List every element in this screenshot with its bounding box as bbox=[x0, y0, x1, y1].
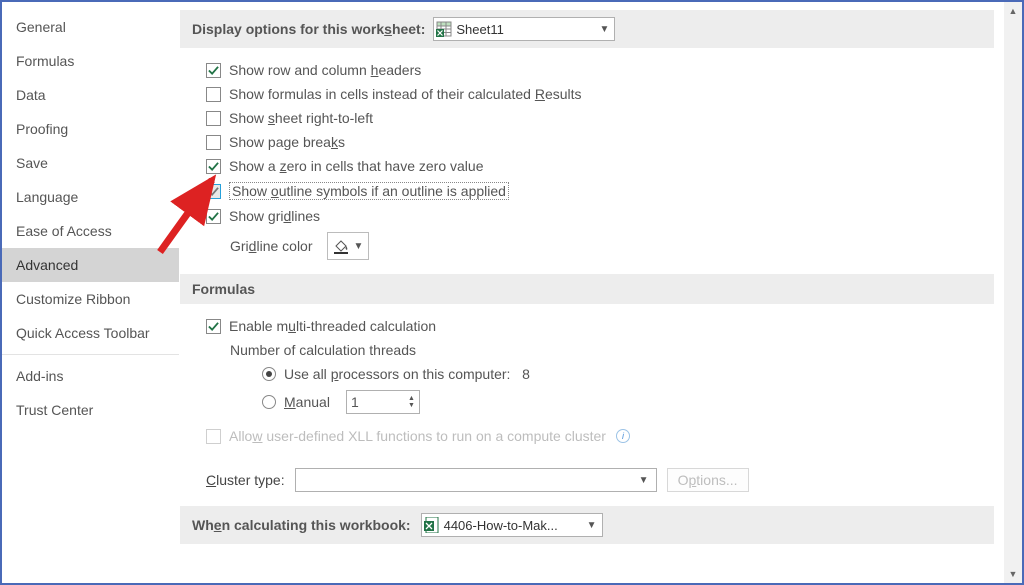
option-show-zero[interactable]: Show a zero in cells that have zero valu… bbox=[206, 154, 982, 178]
display-options-list: Show row and column headers Show formula… bbox=[180, 48, 994, 274]
workbook-calc-header: When calculating this workbook: 4406-How… bbox=[180, 506, 994, 544]
sidebar-divider bbox=[2, 354, 179, 355]
option-page-breaks[interactable]: Show page breaks bbox=[206, 130, 982, 154]
checkbox[interactable] bbox=[206, 87, 221, 102]
gridline-color-row: Gridline color ▼ bbox=[206, 228, 982, 264]
cluster-type-dropdown[interactable]: ▼ bbox=[295, 468, 657, 492]
excel-options-dialog: General Formulas Data Proofing Save Lang… bbox=[0, 0, 1024, 585]
sidebar-item-customize-ribbon[interactable]: Customize Ribbon bbox=[2, 282, 179, 316]
checkbox[interactable] bbox=[206, 111, 221, 126]
sidebar-item-advanced[interactable]: Advanced bbox=[2, 248, 179, 282]
paint-bucket-icon bbox=[332, 237, 350, 255]
spinner-buttons[interactable]: ▲▼ bbox=[408, 395, 415, 409]
options-content: Display options for this worksheet: Shee… bbox=[180, 2, 1022, 583]
checkbox[interactable] bbox=[206, 63, 221, 78]
sidebar-item-proofing[interactable]: Proofing bbox=[2, 112, 179, 146]
option-show-headers[interactable]: Show row and column headers bbox=[206, 58, 982, 82]
worksheet-selector-dropdown[interactable]: Sheet11 ▼ bbox=[433, 17, 615, 41]
sidebar-item-quick-access-toolbar[interactable]: Quick Access Toolbar bbox=[2, 316, 179, 350]
radio[interactable] bbox=[262, 367, 276, 381]
scroll-down-button[interactable]: ▼ bbox=[1004, 565, 1022, 583]
formulas-section-header: Formulas bbox=[180, 274, 994, 304]
option-enable-multithreaded[interactable]: Enable multi-threaded calculation bbox=[206, 314, 982, 338]
display-options-header: Display options for this worksheet: Shee… bbox=[180, 10, 994, 48]
option-allow-xll-cluster: Allow user-defined XLL functions to run … bbox=[206, 418, 982, 448]
option-show-gridlines[interactable]: Show gridlines bbox=[206, 204, 982, 228]
sidebar-item-data[interactable]: Data bbox=[2, 78, 179, 112]
checkbox[interactable] bbox=[206, 184, 221, 199]
worksheet-icon bbox=[436, 21, 452, 37]
option-manual-threads[interactable]: Manual 1 ▲▼ bbox=[206, 386, 982, 418]
sidebar-item-trust-center[interactable]: Trust Center bbox=[2, 393, 179, 427]
checkbox[interactable] bbox=[206, 135, 221, 150]
options-sidebar: General Formulas Data Proofing Save Lang… bbox=[2, 2, 180, 583]
sidebar-item-formulas[interactable]: Formulas bbox=[2, 44, 179, 78]
chevron-down-icon: ▼ bbox=[354, 241, 364, 252]
workbook-selector-dropdown[interactable]: 4406-How-to-Mak... ▼ bbox=[421, 513, 603, 537]
vertical-scrollbar[interactable]: ▲ ▼ bbox=[1004, 2, 1022, 583]
sidebar-item-general[interactable]: General bbox=[2, 10, 179, 44]
sidebar-item-add-ins[interactable]: Add-ins bbox=[2, 359, 179, 393]
option-show-outline-symbols[interactable]: Show outline symbols if an outline is ap… bbox=[206, 178, 982, 204]
scroll-up-button[interactable]: ▲ bbox=[1004, 2, 1022, 20]
chevron-down-icon: ▼ bbox=[636, 475, 652, 486]
info-icon[interactable]: i bbox=[616, 429, 630, 443]
checkbox bbox=[206, 429, 221, 444]
workbook-name: 4406-How-to-Mak... bbox=[444, 518, 584, 533]
checkbox[interactable] bbox=[206, 159, 221, 174]
chevron-down-icon: ▼ bbox=[596, 24, 612, 35]
option-use-all-processors[interactable]: Use all processors on this computer: 8 bbox=[206, 362, 982, 386]
formulas-options-list: Enable multi-threaded calculation Number… bbox=[180, 304, 994, 458]
threads-label-row: Number of calculation threads bbox=[206, 338, 982, 362]
chevron-down-icon: ▼ bbox=[584, 520, 600, 531]
option-show-formulas[interactable]: Show formulas in cells instead of their … bbox=[206, 82, 982, 106]
gridline-color-picker[interactable]: ▼ bbox=[327, 232, 369, 260]
processor-count: 8 bbox=[522, 366, 530, 382]
sidebar-item-language[interactable]: Language bbox=[2, 180, 179, 214]
worksheet-name: Sheet11 bbox=[456, 22, 596, 37]
checkbox[interactable] bbox=[206, 209, 221, 224]
radio[interactable] bbox=[262, 395, 276, 409]
cluster-options-button: Options... bbox=[667, 468, 749, 492]
sidebar-item-ease-of-access[interactable]: Ease of Access bbox=[2, 214, 179, 248]
manual-thread-count-input[interactable]: 1 ▲▼ bbox=[346, 390, 420, 414]
checkbox[interactable] bbox=[206, 319, 221, 334]
option-sheet-rtl[interactable]: Show sheet right-to-left bbox=[206, 106, 982, 130]
cluster-type-row: Cluster type: ▼ Options... bbox=[180, 458, 994, 506]
excel-file-icon bbox=[424, 517, 440, 533]
sidebar-item-save[interactable]: Save bbox=[2, 146, 179, 180]
